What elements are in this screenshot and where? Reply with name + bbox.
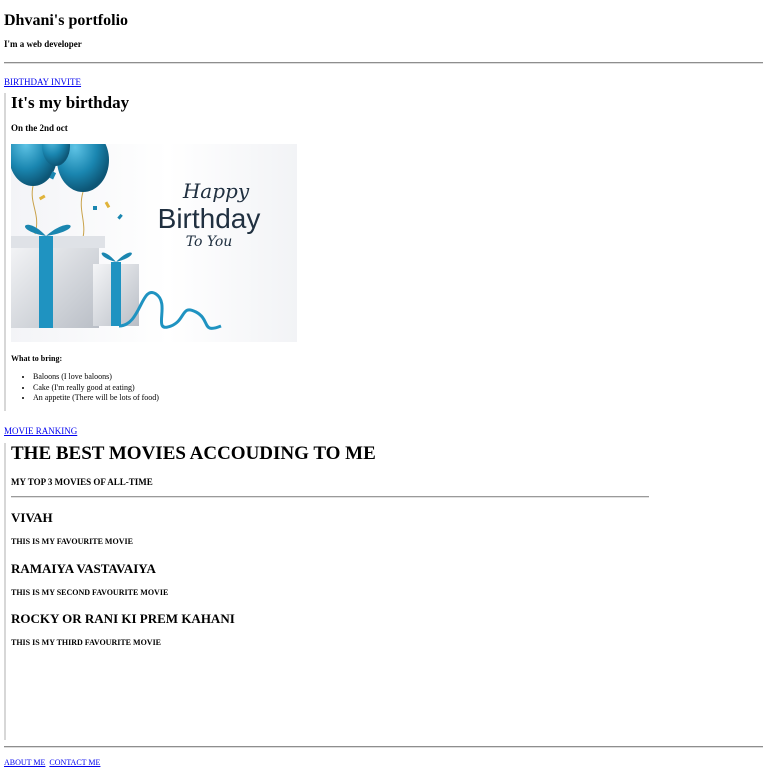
card-text-happy: Happy (182, 179, 250, 203)
movie-title: VIVAH (11, 510, 53, 525)
bring-list: Baloons (I love baloons) Cake (I'm reall… (11, 372, 763, 404)
page: Dhvani's portfolio I'm a web developer B… (0, 0, 763, 770)
movie-title: RAMAIYA VASTAVAIYA (11, 561, 156, 576)
card-text-to-you: To You (186, 234, 233, 250)
contact-me-link[interactable]: CONTACT ME (49, 758, 100, 767)
birthday-date: On the 2nd oct (11, 123, 68, 133)
site-tagline: I'm a web developer (4, 39, 82, 49)
birthday-invite-link[interactable]: BIRTHDAY INVITE (4, 77, 81, 87)
movie-desc: THIS IS MY FAVOURITE MOVIE (11, 537, 133, 546)
header-divider (4, 62, 763, 64)
bring-heading: What to bring: (11, 354, 63, 363)
movie-heading: THE BEST MOVIES ACCOUDING TO ME (11, 443, 376, 464)
movie-ranking-link[interactable]: MOVIE RANKING (4, 426, 77, 436)
footer-nav: ABOUT ME CONTACT ME (4, 752, 763, 770)
birthday-heading: It's my birthday (11, 93, 130, 112)
movie-divider (11, 496, 649, 498)
list-item: Baloons (I love baloons) (33, 372, 763, 383)
movie-iframe: THE BEST MOVIES ACCOUDING TO ME MY TOP 3… (4, 443, 763, 740)
card-text-birthday: Birthday (158, 203, 261, 234)
birthday-iframe: It's my birthday On the 2nd oct Happy Bi… (4, 93, 763, 411)
movie-desc: THIS IS MY SECOND FAVOURITE MOVIE (11, 588, 169, 597)
list-item: An appetite (There will be lots of food) (33, 393, 763, 404)
movie-subheading: MY TOP 3 MOVIES OF ALL-TIME (11, 477, 153, 487)
footer-divider (4, 746, 763, 748)
about-me-link[interactable]: ABOUT ME (4, 758, 45, 767)
movie-desc: THIS IS MY THIRD FAVOURITE MOVIE (11, 638, 162, 647)
birthday-card-image: Happy Birthday To You (11, 144, 297, 342)
movie-title: ROCKY OR RANI KI PREM KAHANI (11, 611, 235, 626)
birthday-card-illustration: Happy Birthday To You (11, 144, 261, 330)
site-title: Dhvani's portfolio (4, 12, 129, 29)
gift-box-shape (11, 242, 99, 328)
list-item: Cake (I'm really good at eating) (33, 383, 763, 394)
